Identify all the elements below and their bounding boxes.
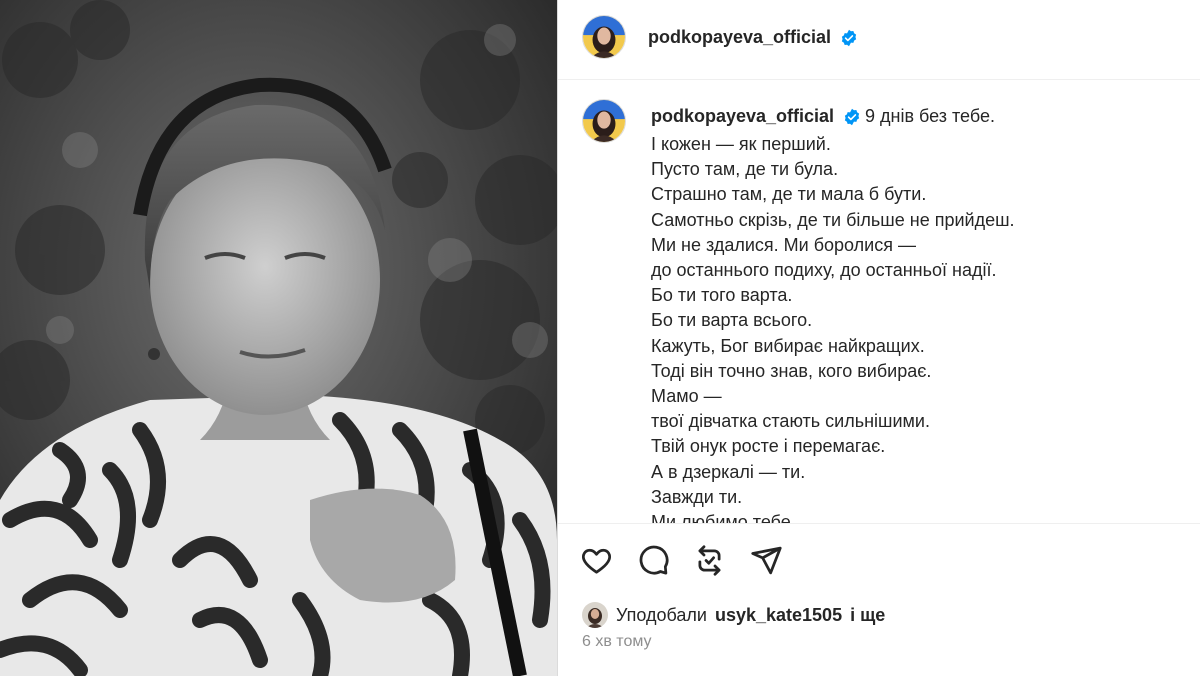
profile-avatar-icon xyxy=(583,16,625,58)
liker-username[interactable]: usyk_kate1505 xyxy=(715,605,842,626)
post-photo[interactable] xyxy=(0,0,557,676)
post-header: podkopayeva_official xyxy=(558,0,1200,80)
caption-line: Ми не здалися. Ми боролися — xyxy=(651,234,916,255)
likes-summary: Уподобали usyk_kate1505 і ще xyxy=(582,601,885,629)
verified-badge-icon xyxy=(841,29,857,47)
caption-line: А в дзеркалі — ти. xyxy=(651,461,806,482)
verified-badge-icon xyxy=(844,108,860,126)
caption-author-avatar[interactable] xyxy=(582,99,626,143)
caption-line: Тоді він точно знав, кого вибирає. xyxy=(651,360,932,381)
caption-line: Бо ти того варта. xyxy=(651,285,793,306)
caption-line: Завжди ти. xyxy=(651,486,743,507)
caption-line: Кажуть, Бог вибирає найкращих. xyxy=(651,335,925,356)
caption-line: твої дівчатка стають сильнішими. xyxy=(651,411,930,432)
liker-avatar[interactable] xyxy=(582,602,608,628)
caption-section: podkopayeva_official 9 днів без тебе. І … xyxy=(558,81,1200,524)
caption-line: Страшно там, де ти мала б бути. xyxy=(651,184,927,205)
profile-avatar-icon xyxy=(583,100,625,142)
likes-prefix: Уподобали xyxy=(616,604,707,625)
heart-icon xyxy=(581,548,611,574)
comment-icon xyxy=(639,545,668,575)
caption-line: Бо ти варта всього. xyxy=(651,310,813,331)
caption-text: І кожен — як перший. Пусто там, де ти бу… xyxy=(651,132,1171,524)
repost-icon xyxy=(698,544,720,576)
share-button[interactable] xyxy=(748,540,784,580)
action-bar xyxy=(558,540,1200,584)
share-icon xyxy=(750,546,782,574)
likes-others-link[interactable]: і ще xyxy=(850,605,885,626)
caption-line: Ми любимо тебе. xyxy=(651,512,796,524)
portrait-photo xyxy=(0,0,557,676)
author-avatar[interactable] xyxy=(582,15,626,59)
caption-line: Мамо — xyxy=(651,386,722,407)
caption-line: Твій онук росте і перемагає. xyxy=(651,436,886,457)
repost-button[interactable] xyxy=(691,540,727,580)
caption-line: до останнього подиху, до останньої надії… xyxy=(651,260,997,281)
caption-line: І кожен — як перший. xyxy=(651,134,831,154)
caption-author-username[interactable]: podkopayeva_official xyxy=(651,106,834,127)
post-details-panel: podkopayeva_official podkopayeva_officia… xyxy=(557,0,1200,676)
caption-line: Пусто там, де ти була. xyxy=(651,159,839,180)
comment-button[interactable] xyxy=(635,540,671,580)
caption-first-line: 9 днів без тебе. xyxy=(865,106,995,126)
post-timestamp[interactable]: 6 хв тому xyxy=(582,633,652,651)
author-username[interactable]: podkopayeva_official xyxy=(648,27,831,48)
like-button[interactable] xyxy=(578,540,614,580)
caption-line: Самотньо скрізь, де ти більше не прийдеш… xyxy=(651,209,1015,230)
profile-avatar-icon xyxy=(582,602,608,628)
